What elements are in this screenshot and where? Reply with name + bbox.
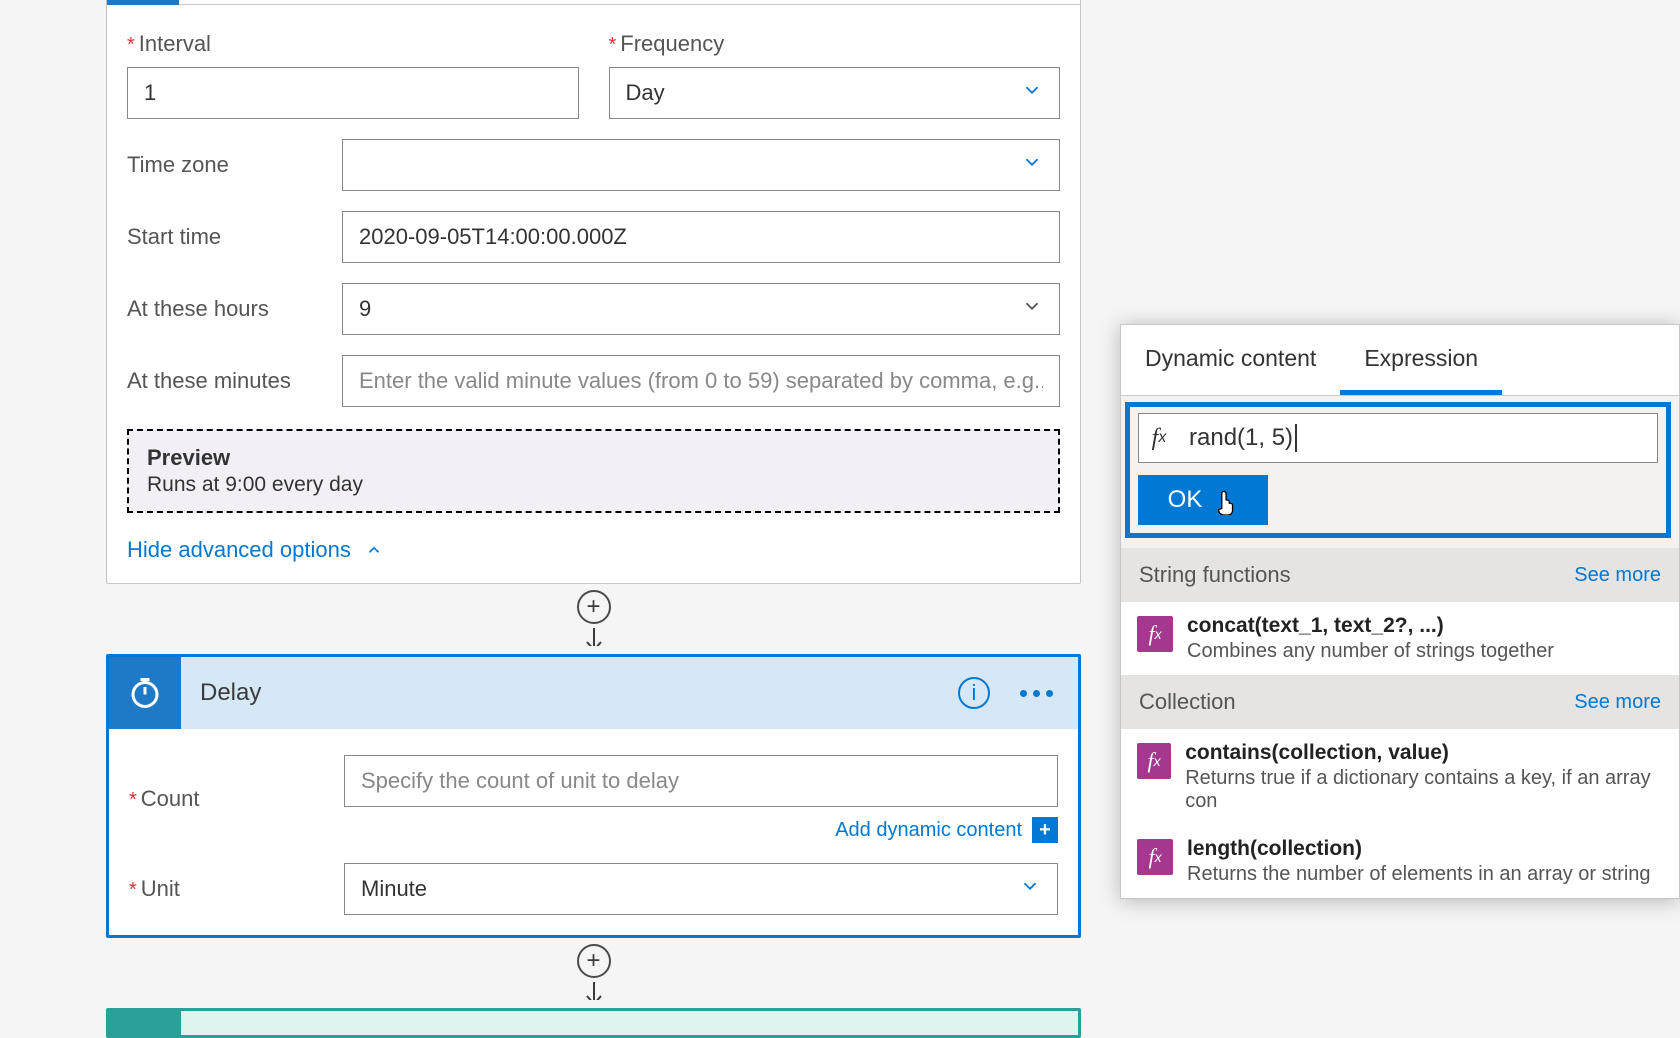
timezone-label: Time zone (127, 152, 342, 178)
delay-more-menu[interactable] (1020, 690, 1053, 697)
function-signature: concat(text_1, text_2?, ...) (1187, 614, 1554, 638)
add-step-button[interactable]: + (577, 590, 611, 624)
section-string-functions: String functions See more (1121, 548, 1679, 602)
unit-label: Unit (129, 876, 344, 902)
fx-icon: fx (1137, 616, 1173, 652)
frequency-value: Day (626, 80, 665, 106)
delay-title: Delay (181, 679, 958, 707)
chevron-down-icon (1021, 151, 1043, 179)
expression-input-row: fx rand(1, 5) (1138, 413, 1658, 463)
add-step-button[interactable]: + (577, 944, 611, 978)
function-item[interactable]: fx contains(collection, value) Returns t… (1121, 729, 1679, 825)
info-icon[interactable]: i (958, 677, 990, 709)
next-step-icon (109, 1011, 181, 1038)
see-more-link[interactable]: See more (1574, 691, 1661, 714)
function-item[interactable]: fx concat(text_1, text_2?, ...) Combines… (1121, 602, 1679, 675)
arrow-down-icon (584, 628, 604, 646)
fx-icon: fx (1137, 839, 1173, 875)
hours-select[interactable]: 9 (342, 283, 1060, 335)
chevron-down-icon (1021, 295, 1043, 323)
add-dynamic-content-link[interactable]: Add dynamic content + (344, 817, 1058, 843)
hours-label: At these hours (127, 296, 342, 322)
plus-badge-icon: + (1032, 817, 1058, 843)
section-collection: Collection See more (1121, 675, 1679, 729)
function-description: Returns true if a dictionary contains a … (1185, 767, 1663, 813)
highlight-box: fx rand(1, 5) OK (1125, 402, 1671, 538)
timezone-select[interactable] (342, 139, 1060, 191)
preview-title: Preview (147, 445, 1040, 471)
preview-box: Preview Runs at 9:00 every day (127, 429, 1060, 513)
see-more-link[interactable]: See more (1574, 564, 1661, 587)
frequency-label: Frequency (609, 31, 1061, 57)
interval-input[interactable] (127, 67, 579, 119)
unit-select[interactable]: Minute (344, 863, 1058, 915)
minutes-input[interactable] (342, 355, 1060, 407)
count-label: Count (129, 786, 344, 812)
minutes-label: At these minutes (127, 368, 342, 394)
tab-dynamic-content[interactable]: Dynamic content (1121, 325, 1340, 395)
expression-input[interactable]: rand(1, 5) (1179, 424, 1657, 453)
preview-body: Runs at 9:00 every day (147, 473, 1040, 497)
chevron-down-icon (1019, 875, 1041, 903)
function-description: Returns the number of elements in an arr… (1187, 863, 1651, 886)
expression-value: rand(1, 5) (1189, 424, 1293, 451)
pointer-cursor-icon (1212, 485, 1238, 515)
interval-label: Interval (127, 31, 579, 57)
section-string-label: String functions (1139, 562, 1291, 588)
next-step-header[interactable] (109, 1011, 1078, 1038)
delay-icon (109, 657, 181, 729)
arrow-down-icon (584, 982, 604, 1000)
chevron-up-icon (365, 541, 383, 559)
chevron-down-icon (1021, 79, 1043, 107)
hours-value: 9 (359, 296, 371, 322)
fx-icon: fx (1137, 743, 1171, 779)
function-signature: contains(collection, value) (1185, 741, 1663, 765)
hide-advanced-label: Hide advanced options (127, 537, 351, 563)
count-input[interactable] (344, 755, 1058, 807)
function-item[interactable]: fx length(collection) Returns the number… (1121, 825, 1679, 898)
function-signature: length(collection) (1187, 837, 1651, 861)
tab-expression[interactable]: Expression (1340, 325, 1502, 395)
add-dynamic-label: Add dynamic content (835, 819, 1022, 842)
hide-advanced-link[interactable]: Hide advanced options (127, 537, 1060, 563)
starttime-label: Start time (127, 224, 342, 250)
fx-icon: fx (1139, 414, 1179, 462)
frequency-select[interactable]: Day (609, 67, 1061, 119)
expression-popup: Dynamic content Expression fx rand(1, 5)… (1120, 324, 1680, 899)
ok-button[interactable]: OK (1138, 475, 1268, 525)
section-collection-label: Collection (1139, 689, 1236, 715)
unit-value: Minute (361, 876, 427, 902)
function-description: Combines any number of strings together (1187, 640, 1554, 663)
recurrence-icon (107, 0, 179, 5)
delay-header: Delay i (109, 657, 1078, 729)
starttime-input[interactable] (342, 211, 1060, 263)
ok-label: OK (1168, 486, 1203, 514)
